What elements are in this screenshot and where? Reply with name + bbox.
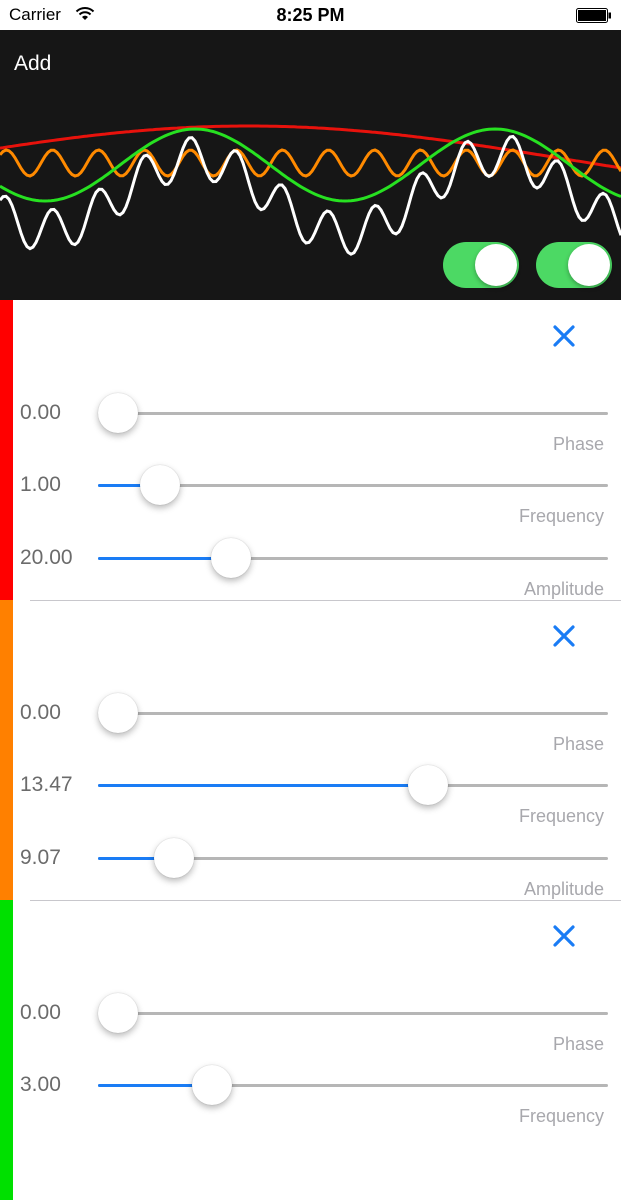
slider-thumb[interactable] (140, 465, 181, 505)
slider-row: 1.00 Frequency (0, 465, 621, 542)
wave-panel: 0.00 Phase 3.00 Frequency (0, 900, 621, 1200)
slider-row: 0.00 Phase (0, 693, 621, 770)
close-icon[interactable] (550, 622, 578, 650)
slider-track[interactable] (98, 412, 608, 415)
slider-thumb[interactable] (210, 538, 251, 578)
slider-value: 3.00 (20, 1073, 61, 1096)
wave-panel: 0.00 Phase 1.00 Frequency 20.00 Amplitud… (0, 300, 621, 600)
slider-value: 9.07 (20, 846, 61, 869)
slider-track-fill (98, 784, 413, 787)
waveform-plot (0, 124, 621, 256)
slider-value: 1.00 (20, 473, 61, 496)
slider-value: 0.00 (20, 701, 61, 724)
slider-value: 0.00 (20, 1001, 61, 1024)
slider-caption: Amplitude (523, 879, 604, 899)
wave-panel: 0.00 Phase 13.47 Frequency 9.07 Amplitud… (0, 600, 621, 900)
slider-thumb[interactable] (408, 765, 449, 805)
slider-caption: Frequency (518, 506, 604, 526)
slider-caption: Frequency (518, 806, 604, 826)
toggle-switch-1[interactable] (443, 242, 519, 288)
slider-track[interactable] (98, 1012, 608, 1015)
slider-track-fill (98, 557, 215, 560)
slider-caption: Frequency (518, 1106, 604, 1126)
close-icon[interactable] (550, 322, 578, 350)
add-button[interactable]: Add (14, 52, 51, 76)
slider-row: 3.00 Frequency (0, 1065, 621, 1142)
slider-thumb[interactable] (98, 993, 138, 1033)
panel-separator (30, 600, 621, 601)
slider-caption: Phase (552, 1034, 604, 1054)
slider-row: 13.47 Frequency (0, 765, 621, 842)
wave-red-line (0, 124, 621, 170)
slider-track[interactable] (98, 712, 608, 715)
slider-row: 0.00 Phase (0, 393, 621, 470)
slider-thumb[interactable] (98, 393, 138, 433)
slider-track-fill (98, 857, 159, 860)
toggle-knob (475, 244, 517, 286)
slider-value: 20.00 (20, 546, 73, 569)
slider-caption: Phase (552, 734, 604, 754)
status-bar: Carrier 8:25 PM (0, 0, 621, 30)
slider-row: 0.00 Phase (0, 993, 621, 1070)
slider-track-fill (98, 1084, 196, 1087)
battery-icon (576, 8, 611, 23)
slider-caption: Phase (552, 434, 604, 454)
clock: 8:25 PM (276, 5, 345, 25)
toggle-switch-2[interactable] (536, 242, 612, 288)
slider-thumb[interactable] (154, 838, 195, 878)
toggle-knob (568, 244, 610, 286)
waveform-display: Add (0, 30, 621, 300)
slider-thumb[interactable] (98, 693, 138, 733)
wave-green-line (0, 127, 621, 203)
slider-caption: Amplitude (523, 579, 604, 599)
slider-value: 0.00 (20, 401, 61, 424)
slider-value: 13.47 (20, 773, 73, 796)
close-icon[interactable] (550, 922, 578, 950)
panel-separator (30, 900, 621, 901)
slider-thumb[interactable] (192, 1065, 232, 1105)
slider-track-fill (98, 484, 145, 487)
